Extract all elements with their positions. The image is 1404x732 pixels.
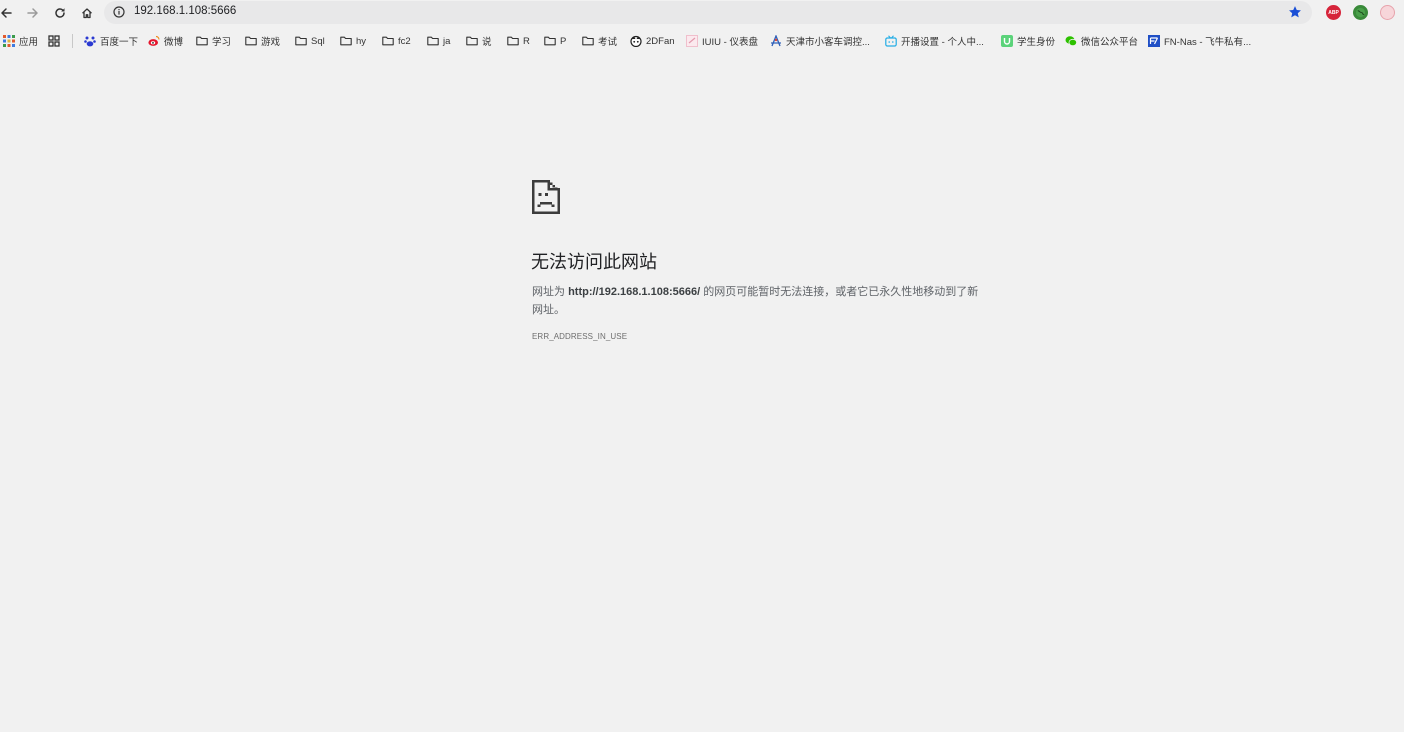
bookmark-label: 百度一下 xyxy=(100,37,139,48)
url-text[interactable]: 192.168.1.108:5666 xyxy=(134,5,236,17)
bookmark-folder-shuo[interactable]: 说 xyxy=(466,33,492,49)
star-bookmark-icon[interactable] xyxy=(1288,5,1302,19)
bookmark-label: 游戏 xyxy=(261,37,281,48)
tab-groups-icon xyxy=(48,35,60,47)
adblock-plus-icon[interactable]: ABP xyxy=(1326,5,1341,20)
apps-grid-icon xyxy=(3,35,15,47)
home-icon xyxy=(82,8,92,19)
error-url: http://192.168.1.108:5666/ xyxy=(568,286,701,298)
globe-extension-icon[interactable] xyxy=(1353,5,1368,20)
bookmark-label: ja xyxy=(443,35,451,47)
pink-extension-icon[interactable] xyxy=(1380,5,1395,20)
bookmark-label: IUIU - 仪表盘 xyxy=(702,37,758,48)
forward-button[interactable] xyxy=(22,2,44,24)
bookmark-student-id[interactable]: 学生身份 xyxy=(1001,33,1055,49)
bookmark-label: R xyxy=(523,35,530,47)
folder-icon xyxy=(427,36,439,46)
bookmark-label: 说 xyxy=(482,37,492,48)
bookmark-folder-hy[interactable]: hy xyxy=(340,33,366,49)
bookmark-label: 微信公众平台 xyxy=(1081,37,1139,48)
bookmark-fn-nas[interactable]: FN-Nas - 飞牛私有... xyxy=(1148,33,1251,49)
bookmark-baidu[interactable]: 百度一下 xyxy=(84,33,138,49)
bookmark-label: 考试 xyxy=(598,37,618,48)
bilibili-tv-icon xyxy=(885,35,897,47)
address-bar[interactable]: 192.168.1.108:5666 xyxy=(104,1,1312,24)
bookmark-label: 应用 xyxy=(19,37,39,48)
reload-icon xyxy=(55,8,65,18)
folder-icon xyxy=(466,36,478,46)
bookmarks-divider xyxy=(72,34,73,48)
reload-button[interactable] xyxy=(49,2,71,24)
folder-icon xyxy=(340,36,352,46)
bookmark-folder-p[interactable]: P xyxy=(544,33,566,49)
back-button[interactable] xyxy=(0,2,17,24)
student-u-icon xyxy=(1001,35,1013,47)
bookmark-folder-r[interactable]: R xyxy=(507,33,530,49)
folder-icon xyxy=(507,36,519,46)
bookmark-label: 学习 xyxy=(212,37,232,48)
sad-page-icon xyxy=(532,180,560,214)
home-button[interactable] xyxy=(76,2,98,24)
bookmark-folder-sql[interactable]: Sql xyxy=(295,33,325,49)
bookmark-folder-games[interactable]: 游戏 xyxy=(245,33,280,49)
bookmark-label: fc2 xyxy=(398,35,411,47)
bookmark-label: 天津市小客车调控... xyxy=(786,37,870,48)
weibo-icon xyxy=(148,35,160,46)
folder-icon xyxy=(245,36,257,46)
bookmark-live-settings[interactable]: 开播设置 - 个人中... xyxy=(885,33,984,49)
baidu-icon xyxy=(84,36,96,47)
fn-nas-icon xyxy=(1148,35,1160,47)
bookmark-label: 开播设置 - 个人中... xyxy=(901,37,984,48)
bookmark-2dfan[interactable]: 2DFan xyxy=(630,33,675,49)
bookmark-folder-exam[interactable]: 考试 xyxy=(582,33,617,49)
car-control-icon xyxy=(771,35,781,47)
bookmark-label: 微博 xyxy=(164,37,184,48)
bookmark-folder-study[interactable]: 学习 xyxy=(196,33,231,49)
wechat-icon xyxy=(1065,36,1077,47)
bookmark-label: 2DFan xyxy=(646,35,675,47)
error-code: ERR_ADDRESS_IN_USE xyxy=(532,332,628,341)
bookmark-apps[interactable]: 应用 xyxy=(3,33,38,49)
iuiu-icon xyxy=(686,35,698,47)
bookmarks-bar: 应用 百度一下 微博 学习 游戏 Sql hy fc2 ja 说 R P 考试 … xyxy=(0,30,1404,52)
2dfan-icon xyxy=(630,35,642,47)
folder-icon xyxy=(544,36,556,46)
bookmark-tab-groups[interactable] xyxy=(48,33,60,49)
error-description: 网址为 http://192.168.1.108:5666/ 的网页可能暂时无法… xyxy=(532,284,980,319)
bookmark-label: hy xyxy=(356,35,367,47)
bookmark-folder-fc2[interactable]: fc2 xyxy=(382,33,411,49)
error-desc-prefix: 网址为 xyxy=(532,286,569,298)
bookmark-folder-ja[interactable]: ja xyxy=(427,33,450,49)
bookmark-label: P xyxy=(560,35,567,47)
bookmark-tianjin-car[interactable]: 天津市小客车调控... xyxy=(770,33,870,49)
folder-icon xyxy=(382,36,394,46)
browser-toolbar: 192.168.1.108:5666 ABP xyxy=(0,0,1404,26)
folder-icon xyxy=(295,36,307,46)
arrow-left-icon xyxy=(1,8,12,18)
info-icon[interactable] xyxy=(113,6,125,18)
folder-icon xyxy=(582,36,594,46)
folder-icon xyxy=(196,36,208,46)
arrow-right-icon xyxy=(27,8,38,18)
bookmark-label: 学生身份 xyxy=(1017,37,1056,48)
bookmark-wechat-mp[interactable]: 微信公众平台 xyxy=(1065,33,1138,49)
bookmark-iuiu[interactable]: IUIU - 仪表盘 xyxy=(686,33,758,49)
globe-icon xyxy=(1355,7,1366,18)
bookmark-label: Sql xyxy=(311,35,325,47)
error-title: 无法访问此网站 xyxy=(531,252,657,272)
bookmark-label: FN-Nas - 飞牛私有... xyxy=(1164,37,1252,48)
bookmark-weibo[interactable]: 微博 xyxy=(148,33,183,49)
